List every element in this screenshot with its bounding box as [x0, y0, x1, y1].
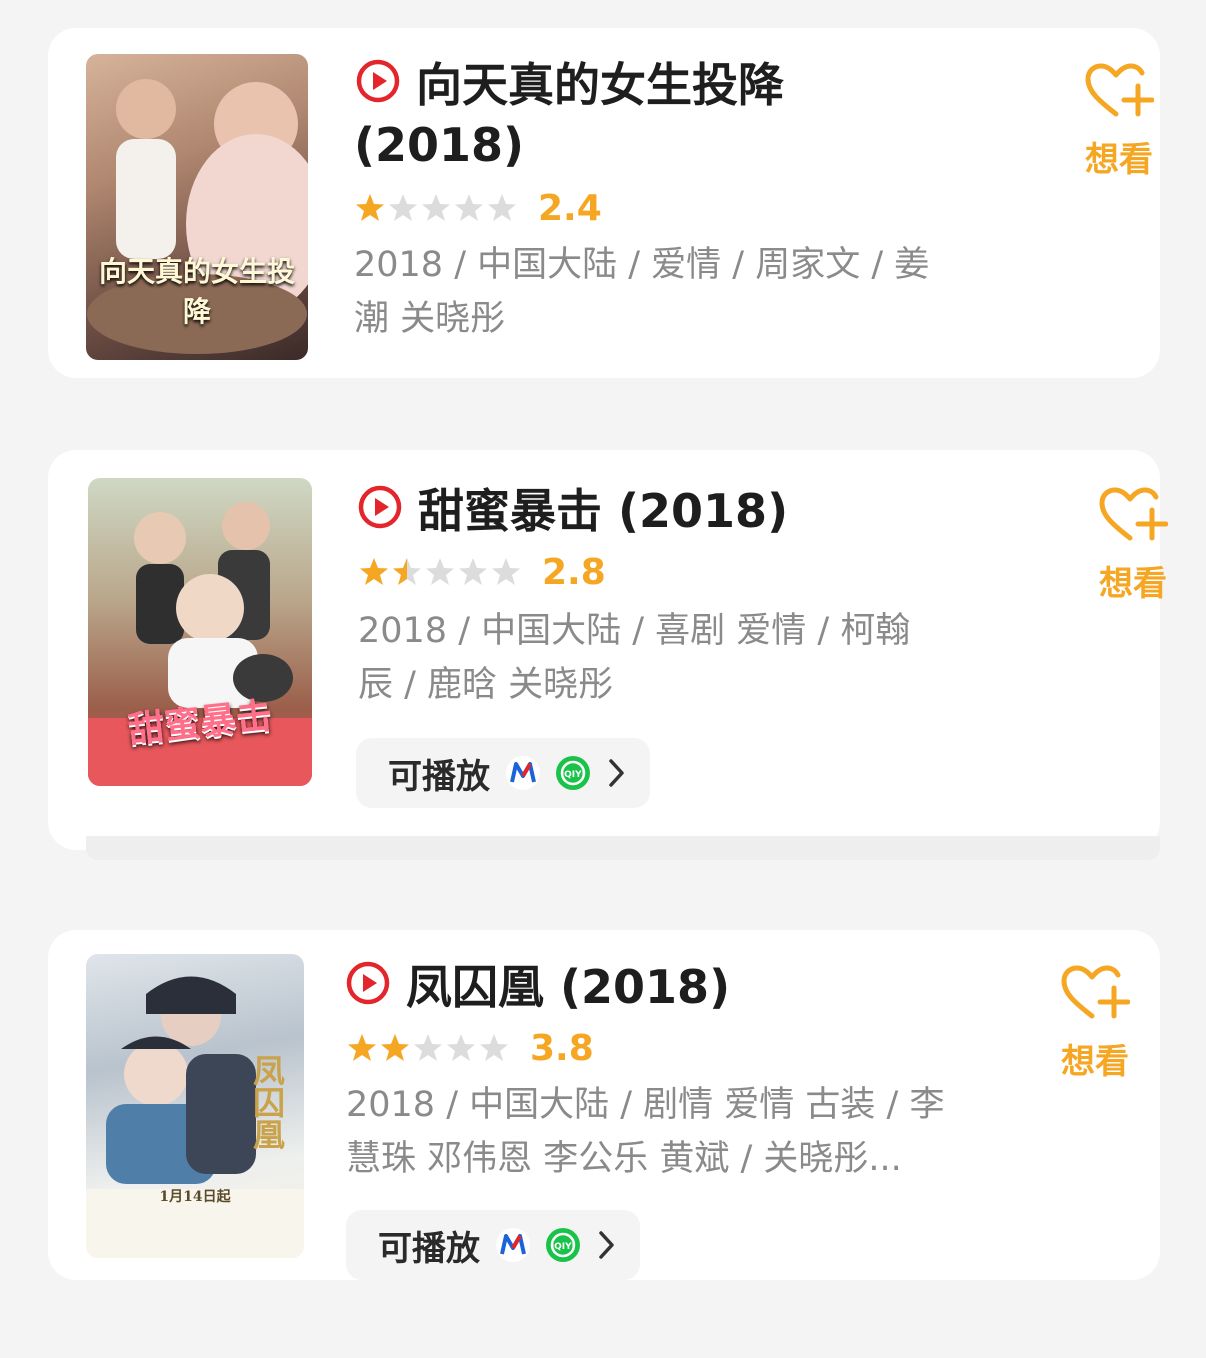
- star-icon: [459, 558, 487, 585]
- movie-title[interactable]: 甜蜜暴击 (2018): [358, 482, 788, 540]
- star-rating: [346, 1032, 510, 1064]
- star-icon: [389, 194, 417, 221]
- star-icon: [422, 194, 450, 221]
- iqiyi-icon: iQIYI: [546, 1228, 580, 1262]
- poster-image[interactable]: 向天真的女生投降: [86, 54, 308, 360]
- poster-date: 1月14日起: [159, 1189, 231, 1205]
- movie-year: (2018): [354, 118, 525, 172]
- movie-card-2[interactable]: 甜蜜暴击 甜蜜暴击 (2018) 2.8 2018 / 中国大陆 / 喜剧 爱情…: [48, 450, 1168, 850]
- movie-title[interactable]: 凤囚凰 (2018): [346, 958, 730, 1016]
- play-circle-icon: [356, 59, 400, 103]
- chevron-right-icon: [599, 1231, 614, 1259]
- mgtv-icon: [496, 1228, 530, 1262]
- heart-plus-icon: [1099, 487, 1168, 541]
- play-circle-icon: [346, 961, 390, 1005]
- rating-row: 2.8: [358, 551, 606, 593]
- star-icon: [381, 1034, 409, 1061]
- poster-image[interactable]: 凤囚凰 1月14日起: [86, 954, 304, 1258]
- rating-score: 3.8: [530, 1027, 594, 1069]
- playable-label: 可播放: [378, 1228, 480, 1269]
- heart-plus-icon: [1085, 63, 1154, 117]
- star-icon: [348, 1034, 376, 1061]
- play-circle-icon: [358, 485, 402, 529]
- star-icon: [488, 194, 516, 221]
- movie-meta: 2018 / 中国大陆 / 喜剧 爱情 / 柯翰 辰 / 鹿晗 关晓彤: [358, 611, 911, 705]
- rating-row: 3.8: [346, 1027, 594, 1069]
- poster-title: 凤囚凰: [248, 1054, 286, 1150]
- star-icon: [447, 1034, 475, 1061]
- rating-score: 2.4: [538, 187, 602, 229]
- chevron-right-icon: [609, 759, 624, 787]
- svg-text:iQIYI: iQIYI: [561, 770, 585, 780]
- want-to-watch-button[interactable]: 想看: [1060, 964, 1130, 1083]
- playable-label: 可播放: [388, 756, 490, 797]
- poster-image[interactable]: 甜蜜暴击: [88, 478, 312, 786]
- movie-title[interactable]: 向天真的女生投降: [356, 56, 784, 114]
- svg-text:iQIYI: iQIYI: [551, 1242, 575, 1252]
- star-rating: [354, 192, 518, 224]
- mgtv-icon: [506, 756, 540, 790]
- card-divider: [86, 836, 1160, 860]
- star-icon: [480, 1034, 508, 1061]
- playable-sources-button[interactable]: 可播放 iQIYI: [346, 1210, 640, 1280]
- star-icon: [360, 558, 388, 585]
- movie-meta: 2018 / 中国大陆 / 爱情 / 周家文 / 姜 潮 关晓彤: [354, 245, 930, 339]
- star-icon: [492, 558, 520, 585]
- movie-card-3[interactable]: 凤囚凰 1月14日起 凤囚凰 (2018) 3.8 2018 / 中国大陆 / …: [48, 930, 1160, 1280]
- star-icon: [356, 194, 384, 221]
- star-icon: [426, 558, 454, 585]
- movie-meta: 2018 / 中国大陆 / 剧情 爱情 古装 / 李 慧珠 邓伟恩 李公乐 黄斌…: [346, 1085, 945, 1179]
- star-icon: [414, 1034, 442, 1061]
- star-rating: [358, 556, 522, 588]
- star-icon: [455, 194, 483, 221]
- iqiyi-icon: iQIYI: [556, 756, 590, 790]
- heart-plus-icon: [1061, 965, 1130, 1019]
- rating-score: 2.8: [542, 551, 606, 593]
- want-to-watch-button[interactable]: 想看: [1084, 62, 1154, 181]
- poster-title: 向天真的女生投降: [98, 255, 295, 328]
- playable-sources-button[interactable]: 可播放 iQIYI: [356, 738, 650, 808]
- rating-row: 2.4: [354, 187, 602, 229]
- star-icon: [393, 558, 421, 585]
- want-to-watch-button[interactable]: 想看: [1098, 486, 1168, 605]
- movie-card-1[interactable]: 向天真的女生投降 向天真的女生投降 (2018) 2.4 2018 / 中国大陆…: [48, 28, 1160, 378]
